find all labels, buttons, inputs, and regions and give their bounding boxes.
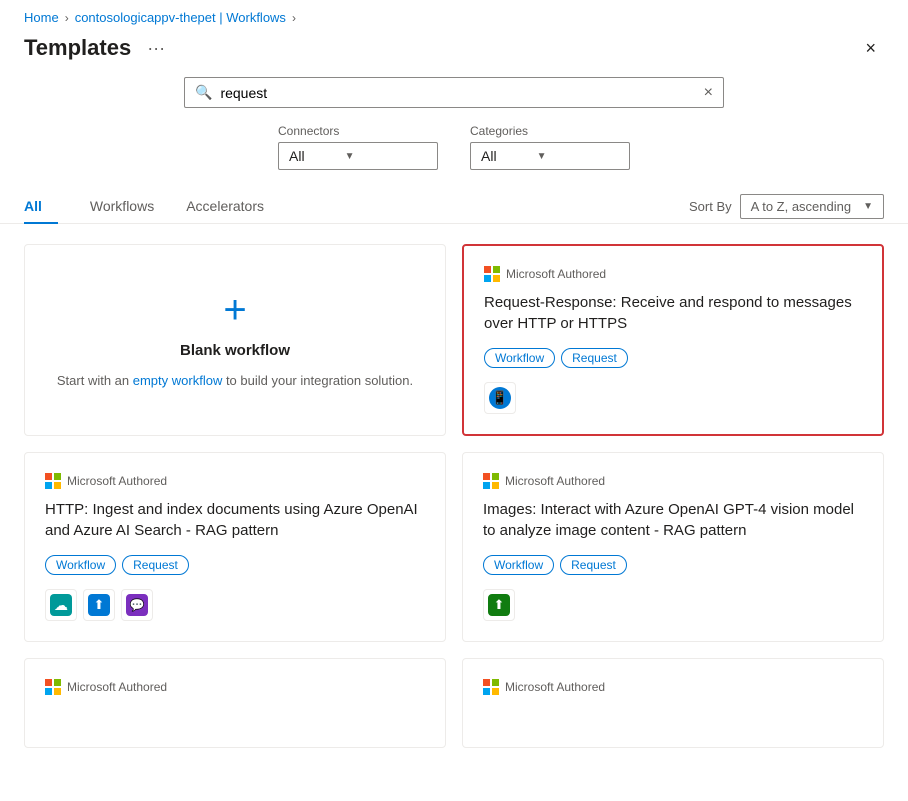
- http-ingest-tags: Workflow Request: [45, 555, 425, 575]
- sort-area: Sort By A to Z, ascending ▼: [689, 194, 884, 219]
- page-title: Templates: [24, 35, 131, 61]
- tab-workflows[interactable]: Workflows: [74, 190, 170, 224]
- microsoft-logo-3: [483, 473, 499, 489]
- connectors-filter-group: Connectors All ▼: [278, 124, 438, 170]
- categories-chevron-icon: ▼: [537, 151, 547, 162]
- tag-request: Request: [561, 348, 628, 368]
- ms-logo-green: [493, 266, 500, 273]
- images-icons: ⬆: [483, 589, 863, 621]
- request-connector-icon: 📱: [489, 387, 511, 409]
- cards-grid: + Blank workflow Start with an empty wor…: [0, 244, 908, 666]
- ms-authored-text-2: Microsoft Authored: [67, 474, 167, 488]
- breadcrumb-sep-1: ›: [65, 11, 69, 25]
- ms-authored-text-5: Microsoft Authored: [505, 680, 605, 694]
- ms-logo-yellow: [493, 275, 500, 282]
- sort-value: A to Z, ascending: [751, 199, 851, 214]
- tag-workflow: Workflow: [484, 348, 555, 368]
- upload-connector-icon: ⬆: [88, 594, 110, 616]
- plus-icon: +: [223, 290, 246, 330]
- filters-area: Connectors All ▼ Categories All ▼: [0, 124, 908, 190]
- tag-request-3: Request: [560, 555, 627, 575]
- tag-request-2: Request: [122, 555, 189, 575]
- ms-logo-blue: [484, 275, 491, 282]
- breadcrumb-workflows[interactable]: contosologicappv-thepet | Workflows: [75, 10, 286, 25]
- request-response-icons: 📱: [484, 382, 862, 414]
- ms-authored-badge: Microsoft Authored: [484, 266, 862, 282]
- ms-authored-text: Microsoft Authored: [506, 267, 606, 281]
- tag-workflow-2: Workflow: [45, 555, 116, 575]
- connectors-value: All: [289, 148, 305, 164]
- categories-value: All: [481, 148, 497, 164]
- search-box: 🔍 ×: [184, 77, 724, 108]
- http-ingest-card[interactable]: Microsoft Authored HTTP: Ingest and inde…: [24, 452, 446, 642]
- microsoft-logo-5: [483, 679, 499, 695]
- tabs: All Workflows Accelerators: [24, 190, 280, 223]
- microsoft-logo: [484, 266, 500, 282]
- page-header: Templates ··· ×: [0, 31, 908, 77]
- images-title: Images: Interact with Azure OpenAI GPT-4…: [483, 499, 863, 541]
- tab-accelerators[interactable]: Accelerators: [170, 190, 280, 224]
- microsoft-logo-2: [45, 473, 61, 489]
- empty-workflow-link[interactable]: empty workflow: [133, 373, 223, 388]
- search-clear-button[interactable]: ×: [704, 85, 713, 101]
- sort-chevron-icon: ▼: [863, 201, 873, 212]
- blank-workflow-card[interactable]: + Blank workflow Start with an empty wor…: [24, 244, 446, 436]
- request-response-tags: Workflow Request: [484, 348, 862, 368]
- ms-authored-badge-2: Microsoft Authored: [45, 473, 425, 489]
- categories-select[interactable]: All ▼: [470, 142, 630, 170]
- ms-authored-badge-5: Microsoft Authored: [483, 679, 863, 695]
- tabs-bar: All Workflows Accelerators Sort By A to …: [0, 190, 908, 224]
- ms-authored-text-3: Microsoft Authored: [505, 474, 605, 488]
- tag-workflow-3: Workflow: [483, 555, 554, 575]
- search-input[interactable]: [220, 85, 695, 101]
- breadcrumb: Home › contosologicappv-thepet | Workflo…: [0, 0, 908, 31]
- page-title-area: Templates ···: [24, 35, 171, 61]
- request-response-card[interactable]: Microsoft Authored Request-Response: Rec…: [462, 244, 884, 436]
- more-options-button[interactable]: ···: [141, 36, 171, 61]
- upload-icon-btn[interactable]: ⬆: [83, 589, 115, 621]
- connectors-chevron-icon: ▼: [345, 151, 355, 162]
- green-icon-btn[interactable]: ⬆: [483, 589, 515, 621]
- partial-card-right[interactable]: Microsoft Authored: [462, 658, 884, 748]
- tab-all[interactable]: All: [24, 190, 58, 224]
- connectors-select[interactable]: All ▼: [278, 142, 438, 170]
- categories-filter-group: Categories All ▼: [470, 124, 630, 170]
- request-icon-btn[interactable]: 📱: [484, 382, 516, 414]
- request-response-title: Request-Response: Receive and respond to…: [484, 292, 862, 334]
- http-ingest-title: HTTP: Ingest and index documents using A…: [45, 499, 425, 541]
- partial-cards-grid: Microsoft Authored Microsoft Authored: [0, 658, 908, 772]
- ms-authored-badge-3: Microsoft Authored: [483, 473, 863, 489]
- blank-workflow-desc: Start with an empty workflow to build yo…: [57, 371, 413, 391]
- search-area: 🔍 ×: [0, 77, 908, 124]
- connectors-label: Connectors: [278, 124, 438, 138]
- ms-logo-red: [484, 266, 491, 273]
- microsoft-logo-4: [45, 679, 61, 695]
- http-ingest-icons: ☁ ⬆ 💬: [45, 589, 425, 621]
- ms-authored-text-4: Microsoft Authored: [67, 680, 167, 694]
- cloud-connector-icon: ☁: [50, 594, 72, 616]
- purple-icon-btn[interactable]: 💬: [121, 589, 153, 621]
- categories-label: Categories: [470, 124, 630, 138]
- breadcrumb-sep-2: ›: [292, 11, 296, 25]
- images-tags: Workflow Request: [483, 555, 863, 575]
- partial-card-left[interactable]: Microsoft Authored: [24, 658, 446, 748]
- cloud-icon-btn[interactable]: ☁: [45, 589, 77, 621]
- close-button[interactable]: ×: [857, 36, 884, 61]
- ms-authored-badge-4: Microsoft Authored: [45, 679, 425, 695]
- sort-select[interactable]: A to Z, ascending ▼: [740, 194, 884, 219]
- purple-connector-icon: 💬: [126, 594, 148, 616]
- search-icon: 🔍: [195, 84, 212, 101]
- images-card[interactable]: Microsoft Authored Images: Interact with…: [462, 452, 884, 642]
- breadcrumb-home[interactable]: Home: [24, 10, 59, 25]
- blank-workflow-title: Blank workflow: [180, 342, 290, 359]
- sort-label: Sort By: [689, 199, 732, 214]
- green-connector-icon: ⬆: [488, 594, 510, 616]
